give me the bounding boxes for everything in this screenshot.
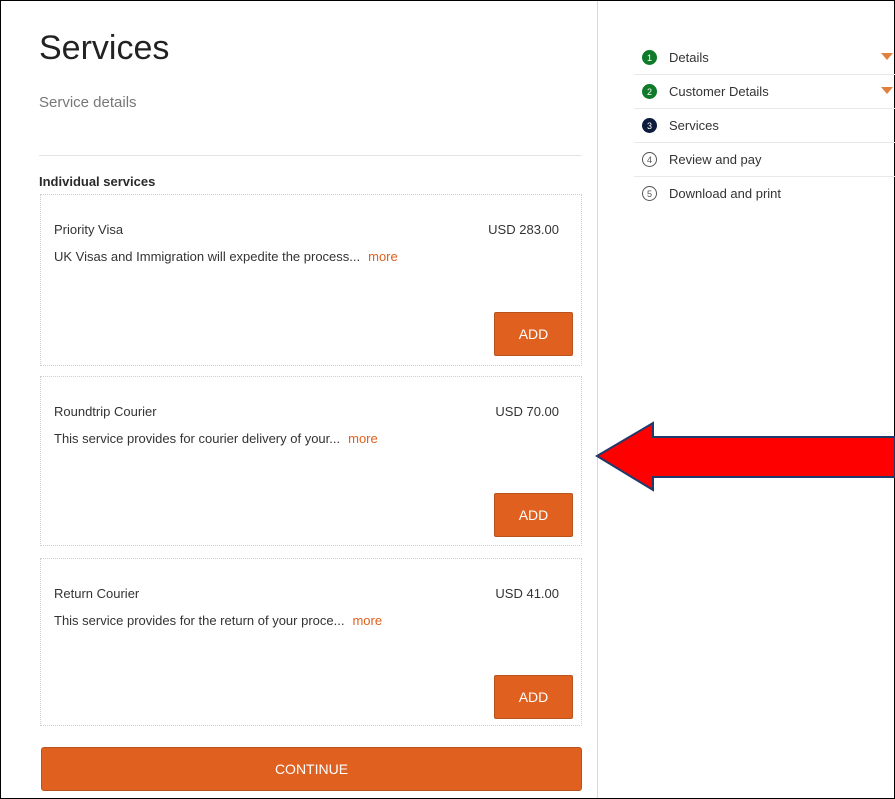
divider-line — [39, 155, 581, 156]
step-review-and-pay: 4 Review and pay — [634, 143, 895, 177]
add-button[interactable]: ADD — [494, 312, 573, 356]
service-description-text: This service provides for the return of … — [54, 613, 345, 628]
service-description-text: This service provides for courier delive… — [54, 431, 341, 446]
service-name: Roundtrip Courier — [54, 404, 157, 419]
step-number-badge: 5 — [642, 186, 657, 201]
step-number-badge: 4 — [642, 152, 657, 167]
step-label: Details — [669, 50, 709, 65]
service-card-roundtrip-courier: Roundtrip Courier USD 70.00 This service… — [40, 376, 582, 546]
page-subtitle: Service details — [39, 94, 137, 111]
step-number-badge: 1 — [642, 50, 657, 65]
annotation-arrow-icon — [595, 421, 895, 492]
add-button[interactable]: ADD — [494, 493, 573, 537]
continue-button[interactable]: CONTINUE — [41, 747, 582, 791]
more-link[interactable]: more — [368, 249, 398, 264]
progress-steps: 1 Details 2 Customer Details 3 Services … — [634, 41, 895, 210]
service-description: This service provides for the return of … — [54, 613, 382, 628]
step-label: Customer Details — [669, 84, 769, 99]
page-title: Services — [39, 29, 170, 67]
step-details[interactable]: 1 Details — [634, 41, 895, 75]
service-description: UK Visas and Immigration will expedite t… — [54, 249, 398, 264]
more-link[interactable]: more — [348, 431, 378, 446]
chevron-down-icon[interactable] — [881, 87, 893, 94]
chevron-down-icon[interactable] — [881, 53, 893, 60]
step-customer-details[interactable]: 2 Customer Details — [634, 75, 895, 109]
step-download-and-print: 5 Download and print — [634, 177, 895, 210]
section-heading: Individual services — [39, 174, 156, 189]
service-price: USD 70.00 — [495, 404, 559, 419]
service-price: USD 41.00 — [495, 586, 559, 601]
step-label: Download and print — [669, 186, 782, 201]
step-number-badge: 2 — [642, 84, 657, 99]
service-description: This service provides for courier delive… — [54, 431, 378, 446]
step-number-badge: 3 — [642, 118, 657, 133]
service-card-priority-visa: Priority Visa USD 283.00 UK Visas and Im… — [40, 194, 582, 366]
service-name: Return Courier — [54, 586, 140, 601]
step-services: 3 Services — [634, 109, 895, 143]
panel-divider — [597, 1, 598, 798]
service-card-return-courier: Return Courier USD 41.00 This service pr… — [40, 558, 582, 726]
services-panel: Services Service details Individual serv… — [1, 1, 597, 798]
service-price: USD 283.00 — [488, 222, 559, 237]
step-label: Review and pay — [669, 152, 762, 167]
service-description-text: UK Visas and Immigration will expedite t… — [54, 249, 361, 264]
service-name: Priority Visa — [54, 222, 124, 237]
more-link[interactable]: more — [352, 613, 382, 628]
step-label: Services — [669, 118, 719, 133]
add-button[interactable]: ADD — [494, 675, 573, 719]
